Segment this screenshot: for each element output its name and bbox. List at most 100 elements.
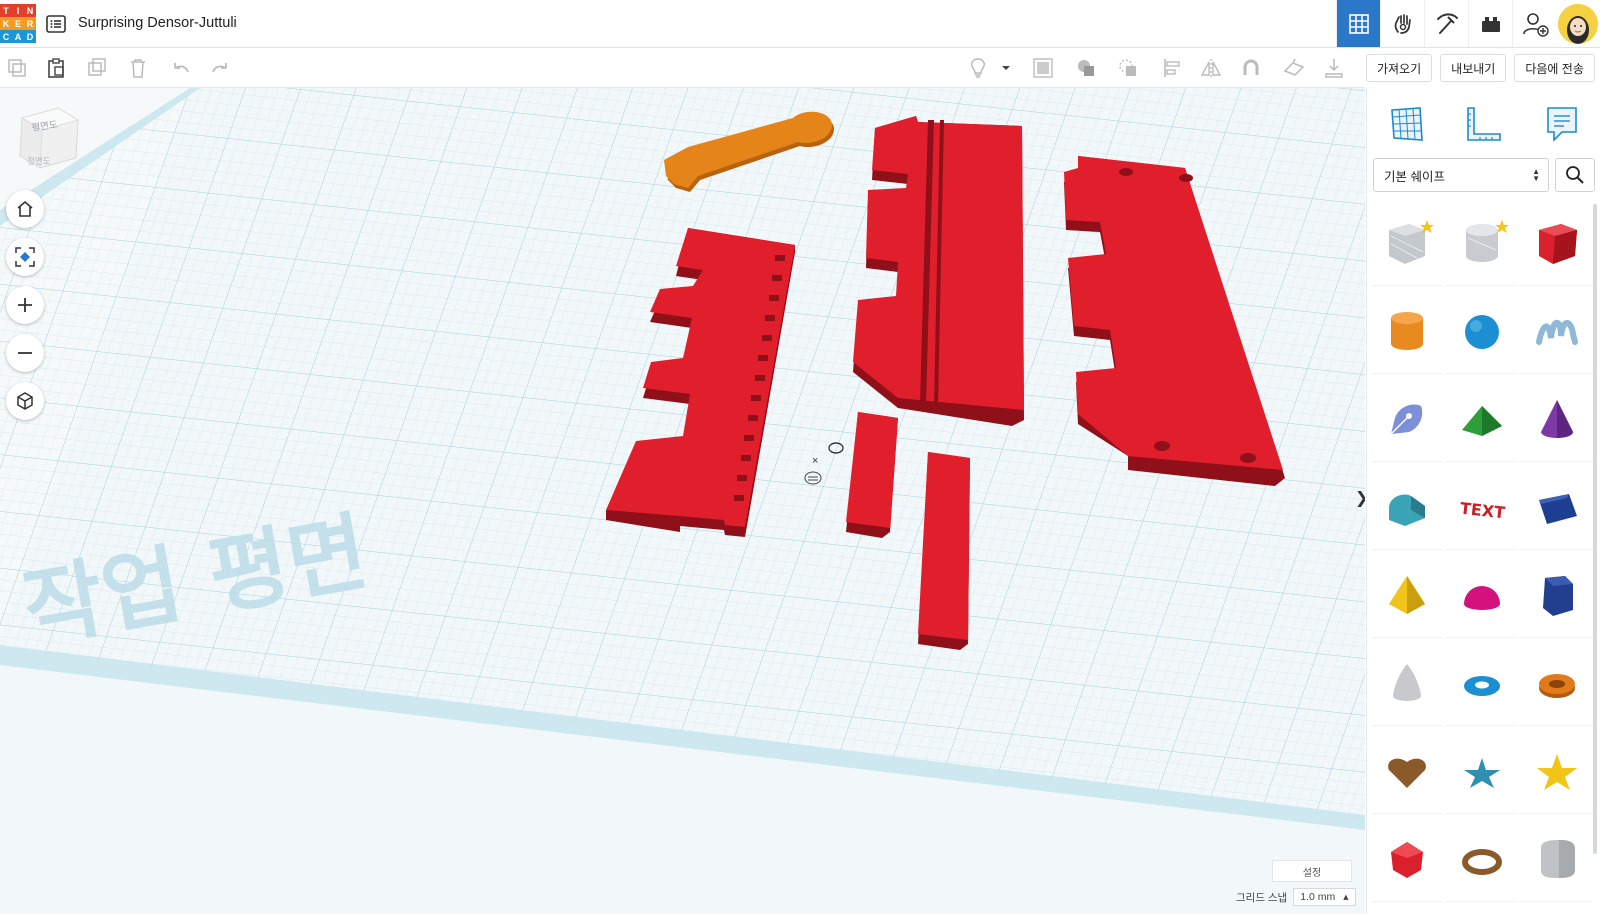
grid-panel-icon[interactable] (1386, 104, 1426, 144)
logo-letter: C (0, 30, 12, 43)
shape-polygon[interactable] (1521, 554, 1593, 638)
send-to-button[interactable]: 다음에 전송 (1514, 54, 1595, 82)
logo-letter: R (24, 17, 36, 30)
design-list-icon[interactable] (46, 14, 66, 34)
chevron-up-icon: ▴ (1343, 891, 1349, 903)
light-bulb-icon[interactable] (967, 57, 989, 79)
workplane-viewport[interactable]: 작업 평면 × 평면도 정면도 설정 그리드 스냅 1.0 mm ▴ (0, 88, 1365, 914)
round-roof-icon (1389, 494, 1425, 526)
avatar[interactable] (1558, 4, 1598, 44)
shape-paraboloid[interactable] (1371, 642, 1443, 726)
magnet-icon[interactable] (1240, 57, 1262, 79)
shape-pyramid[interactable] (1371, 554, 1443, 638)
shape-search-button[interactable] (1555, 158, 1595, 192)
torus-icon (1464, 675, 1500, 696)
star-yellow-icon (1537, 753, 1577, 790)
perspective-button[interactable] (6, 382, 44, 420)
text-icon: TEXT (1459, 498, 1506, 522)
solid-icon[interactable] (1075, 57, 1097, 79)
notes-panel-icon[interactable] (1542, 104, 1582, 144)
bricks-button[interactable] (1468, 0, 1512, 47)
zoom-in-button[interactable] (6, 286, 44, 324)
paste-icon[interactable] (45, 57, 67, 79)
shape-ring[interactable] (1446, 818, 1518, 902)
zoom-out-button[interactable] (6, 334, 44, 372)
redo-icon[interactable] (209, 57, 231, 79)
shape-torus[interactable] (1446, 642, 1518, 726)
shape-scribble[interactable] (1521, 290, 1593, 374)
close-marker-icon[interactable]: × (812, 455, 818, 467)
ruler-drop-icon[interactable] (1323, 57, 1345, 79)
edit-toolbar (0, 48, 1365, 88)
home-view-button[interactable] (6, 190, 44, 228)
shape-box[interactable] (1521, 202, 1593, 286)
3d-design-button[interactable] (1336, 0, 1380, 47)
shape-star[interactable] (1446, 730, 1518, 814)
circuits-button[interactable] (1380, 0, 1424, 47)
shape-half-sphere[interactable] (1446, 554, 1518, 638)
shape-rounded-box[interactable] (1521, 818, 1593, 902)
shape-sphere[interactable] (1446, 290, 1518, 374)
logo-letter: T (0, 4, 12, 17)
scribble-icon (1536, 319, 1578, 345)
undo-icon[interactable] (170, 57, 192, 79)
copy-icon[interactable] (6, 57, 28, 79)
design-title[interactable]: Surprising Densor-Juttuli (78, 15, 237, 31)
shape-tube[interactable] (1521, 642, 1593, 726)
paraboloid-icon (1393, 663, 1421, 701)
shape-roof[interactable] (1446, 378, 1518, 462)
workplane-icon[interactable] (1283, 57, 1305, 79)
align-icon[interactable] (1162, 57, 1184, 79)
hole-icon[interactable] (1117, 57, 1139, 79)
shape-cone[interactable] (1521, 378, 1593, 462)
panel-scrollbar[interactable] (1593, 204, 1597, 854)
shape-star-yellow[interactable] (1521, 730, 1593, 814)
shape-grid: TEXT (1371, 202, 1600, 902)
group-icon[interactable] (1032, 57, 1054, 79)
tinkercad-logo[interactable]: TINKERCAD (0, 4, 36, 44)
shapes-panel: 기본 쉐이프 ▲ ▼ TEXT (1366, 88, 1600, 914)
settings-button[interactable]: 설정 (1272, 860, 1352, 882)
heart-icon (1388, 758, 1426, 788)
roof-icon (1462, 405, 1502, 436)
shape-round-roof[interactable] (1371, 466, 1443, 550)
shape-icosahedron[interactable] (1371, 818, 1443, 902)
shape-cylinder[interactable] (1371, 290, 1443, 374)
3d-grid-icon (1348, 13, 1369, 34)
shape-generator-icon (1390, 404, 1423, 434)
circuits-hand-icon (1394, 13, 1411, 34)
codeblocks-button[interactable] (1424, 0, 1468, 47)
workplane-grid[interactable]: 작업 평면 × (0, 88, 1365, 914)
mirror-icon[interactable] (1200, 57, 1222, 79)
home-icon (17, 200, 33, 217)
grid-snap-select[interactable]: 1.0 mm ▴ (1293, 888, 1356, 906)
logo-letter: D (24, 30, 36, 43)
duplicate-icon[interactable] (86, 57, 108, 79)
plus-icon (18, 298, 32, 312)
add-user-icon (1522, 12, 1549, 37)
grid-snap-control: 그리드 스냅 1.0 mm ▴ (1236, 888, 1356, 906)
shape-wedge[interactable] (1521, 466, 1593, 550)
chevron-down-icon[interactable] (999, 57, 1013, 79)
logo-letter: I (12, 4, 24, 17)
grid-snap-value: 1.0 mm (1300, 891, 1336, 903)
shape-category-value: 기본 쉐이프 (1384, 169, 1445, 184)
logo-letter: N (24, 4, 36, 17)
ruler-panel-icon[interactable] (1464, 104, 1504, 144)
invite-user-button[interactable] (1512, 0, 1556, 47)
top-bar: TINKERCAD Surprising Densor-Juttuli (0, 0, 1600, 48)
fit-view-button[interactable] (6, 238, 44, 276)
view-cube[interactable]: 평면도 정면도 (18, 106, 82, 178)
shape-box-hole[interactable] (1371, 202, 1443, 286)
avatar-image-icon (1558, 4, 1598, 44)
export-button[interactable]: 내보내기 (1440, 54, 1507, 82)
shape-text[interactable]: TEXT (1446, 466, 1518, 550)
box-icon (1539, 223, 1577, 264)
shape-category-select[interactable]: 기본 쉐이프 ▲ ▼ (1373, 158, 1549, 192)
collapse-panel-button[interactable]: ❯ (1355, 488, 1365, 508)
shape-cylinder-hole[interactable] (1446, 202, 1518, 286)
import-button[interactable]: 가져오기 (1366, 54, 1433, 82)
delete-icon[interactable] (127, 57, 149, 79)
shape-shape-generator[interactable] (1371, 378, 1443, 462)
shape-heart[interactable] (1371, 730, 1443, 814)
